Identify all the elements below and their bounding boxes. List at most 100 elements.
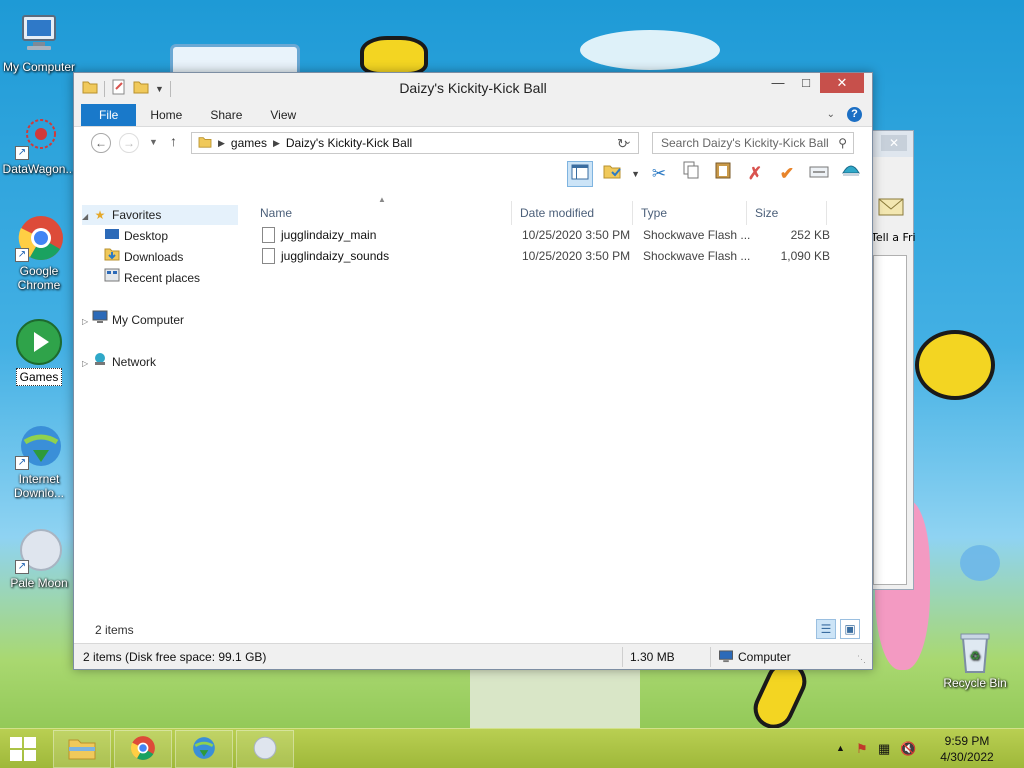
column-header-type[interactable]: Type bbox=[633, 201, 747, 225]
desktop-icon-label: Games bbox=[15, 368, 63, 386]
chevron-down-icon[interactable]: ▼ bbox=[631, 169, 640, 179]
paste-icon[interactable] bbox=[710, 161, 736, 187]
table-row[interactable]: jugglindaizy_main 10/25/2020 3:50 PM Sho… bbox=[252, 225, 852, 246]
shortcut-arrow-icon: ↗ bbox=[15, 456, 29, 470]
delete-icon[interactable]: ✗ bbox=[742, 161, 768, 187]
status-location: Computer bbox=[738, 650, 791, 664]
file-name-cell: jugglindaizy_main bbox=[262, 225, 376, 246]
desktop-icon-pale-moon[interactable]: ↗ Pale Moon bbox=[1, 526, 77, 590]
desktop-icon-datawagon[interactable]: ↗ DataWagon... bbox=[1, 112, 77, 176]
expand-triangle-icon[interactable]: ◢ bbox=[82, 207, 92, 227]
background-window[interactable]: ✕ Tell a Fri bbox=[866, 130, 916, 590]
type-cell: Shockwave Flash ... bbox=[643, 249, 751, 263]
svg-text:♻: ♻ bbox=[970, 649, 981, 663]
ribbon-tabs: File Home Share View ⌄ ? bbox=[74, 103, 872, 127]
rename-icon[interactable] bbox=[806, 161, 832, 187]
breadcrumb-current-folder[interactable]: Daizy's Kickity-Kick Ball bbox=[286, 136, 412, 150]
file-name: jugglindaizy_sounds bbox=[281, 249, 390, 263]
taskbar-google-chrome[interactable] bbox=[114, 730, 172, 768]
tab-view[interactable]: View bbox=[256, 104, 310, 126]
search-input[interactable]: Search Daizy's Kickity-Kick Ball ⚲ bbox=[652, 132, 854, 154]
desktop-icon-recycle-bin[interactable]: ♻ Recycle Bin bbox=[937, 630, 1013, 690]
globe-download-icon bbox=[190, 735, 218, 764]
desktop-icon-my-computer[interactable]: My Computer bbox=[1, 10, 77, 74]
nav-recent-places[interactable]: Recent places bbox=[104, 268, 200, 288]
column-header-date-modified[interactable]: Date modified bbox=[512, 201, 633, 225]
start-button[interactable] bbox=[8, 736, 38, 762]
nav-label: Desktop bbox=[124, 229, 169, 243]
mail-icon[interactable] bbox=[871, 191, 911, 224]
nav-favorites[interactable]: ◢ ★ Favorites bbox=[82, 205, 238, 225]
copy-icon[interactable] bbox=[678, 161, 704, 187]
close-icon[interactable]: ✕ bbox=[881, 135, 907, 151]
view-switcher: ☰ ▣ bbox=[816, 619, 860, 639]
column-header-size[interactable]: Size bbox=[747, 201, 827, 225]
background-window-titlebar[interactable]: ✕ bbox=[867, 131, 913, 157]
action-center-flag-icon[interactable]: ⚑ bbox=[856, 741, 868, 757]
nav-my-computer[interactable]: ▷ My Computer bbox=[82, 310, 184, 330]
help-icon[interactable]: ? bbox=[847, 107, 862, 122]
desktop-icon-games[interactable]: Games bbox=[1, 318, 77, 386]
network-globe-icon[interactable] bbox=[838, 161, 864, 187]
maximize-icon[interactable]: □ bbox=[792, 73, 820, 93]
title-bar[interactable]: ▼ Daizy's Kickity-Kick Ball — □ ✕ bbox=[74, 73, 872, 103]
breadcrumb-chevron-icon[interactable]: ▶ bbox=[218, 138, 225, 149]
large-icons-view-icon[interactable]: ▣ bbox=[840, 619, 860, 639]
tell-a-friend-label[interactable]: Tell a Fri bbox=[871, 231, 916, 244]
preview-pane-icon[interactable] bbox=[567, 161, 594, 187]
table-row[interactable]: jugglindaizy_sounds 10/25/2020 3:50 PM S… bbox=[252, 246, 852, 267]
taskbar-internet-download-manager[interactable] bbox=[175, 730, 233, 768]
up-arrow-icon[interactable]: ↑ bbox=[170, 133, 177, 149]
navigation-pane: ◢ ★ Favorites Desktop Downloads Recent pla… bbox=[74, 201, 242, 611]
taskbar-file-explorer[interactable] bbox=[53, 730, 111, 768]
moon-icon: ↗ bbox=[15, 526, 63, 574]
file-explorer-icon bbox=[67, 735, 97, 764]
moon-icon bbox=[252, 735, 278, 764]
folder-options-icon[interactable] bbox=[599, 161, 625, 187]
close-icon[interactable]: ✕ bbox=[820, 73, 864, 93]
nav-network[interactable]: ▷ Network bbox=[82, 352, 156, 372]
desktop-icon-google-chrome[interactable]: ↗ Google Chrome bbox=[1, 214, 77, 292]
taskbar-pale-moon[interactable] bbox=[236, 730, 294, 768]
window-controls: — □ ✕ bbox=[764, 73, 864, 93]
tab-home[interactable]: Home bbox=[136, 104, 196, 126]
refresh-icon[interactable]: ↻ bbox=[617, 136, 628, 152]
computer-icon bbox=[15, 10, 63, 58]
show-hidden-icons-icon[interactable]: ▲ bbox=[836, 743, 845, 753]
breadcrumb-games[interactable]: games bbox=[231, 136, 267, 150]
tab-share[interactable]: Share bbox=[196, 104, 256, 126]
wallpaper-path bbox=[470, 670, 640, 728]
explorer-window[interactable]: ▼ Daizy's Kickity-Kick Ball — □ ✕ File H… bbox=[73, 72, 873, 670]
address-bar[interactable]: ▶ games ▶ Daizy's Kickity-Kick Ball ⌄ bbox=[191, 132, 639, 154]
expand-triangle-icon[interactable]: ▷ bbox=[82, 312, 92, 332]
status-bar: 2 items (Disk free space: 99.1 GB) 1.30 … bbox=[74, 643, 872, 669]
type-cell: Shockwave Flash ... bbox=[643, 228, 751, 242]
item-count: 2 items bbox=[95, 623, 134, 637]
back-button[interactable]: ← bbox=[91, 133, 111, 153]
command-toolbar: ▼ ✂ ✗ ✔ bbox=[74, 159, 872, 189]
recent-locations-icon[interactable]: ▼ bbox=[149, 137, 158, 147]
resize-grip-icon[interactable]: ⋱ bbox=[857, 654, 866, 665]
minimize-icon[interactable]: — bbox=[764, 73, 792, 93]
details-view-icon[interactable]: ☰ bbox=[816, 619, 836, 639]
search-icon[interactable]: ⚲ bbox=[838, 133, 847, 153]
expand-triangle-icon[interactable]: ▷ bbox=[82, 354, 92, 374]
forward-button[interactable]: → bbox=[119, 133, 139, 153]
volume-muted-icon[interactable]: 🔇 bbox=[900, 741, 916, 757]
shortcut-arrow-icon: ↗ bbox=[15, 248, 29, 262]
wallpaper-cloud bbox=[580, 30, 720, 70]
clock[interactable]: 9:59 PM 4/30/2022 bbox=[932, 733, 1002, 765]
network-status-icon[interactable]: ▦ bbox=[878, 741, 890, 757]
breadcrumb-chevron-icon[interactable]: ▶ bbox=[273, 138, 280, 149]
downloads-icon bbox=[104, 247, 120, 267]
column-header-name[interactable]: Name bbox=[252, 201, 512, 225]
nav-desktop[interactable]: Desktop bbox=[104, 226, 168, 246]
desktop-icon-internet-download-manager[interactable]: ↗ Internet Downlo... bbox=[1, 422, 77, 500]
cut-icon[interactable]: ✂ bbox=[646, 161, 672, 187]
file-name-cell: jugglindaizy_sounds bbox=[262, 246, 389, 267]
tab-file[interactable]: File bbox=[81, 104, 137, 126]
checkmark-icon[interactable]: ✔ bbox=[774, 161, 800, 187]
clock-time: 9:59 PM bbox=[944, 734, 990, 748]
nav-downloads[interactable]: Downloads bbox=[104, 247, 183, 267]
expand-ribbon-icon[interactable]: ⌄ bbox=[827, 109, 835, 120]
